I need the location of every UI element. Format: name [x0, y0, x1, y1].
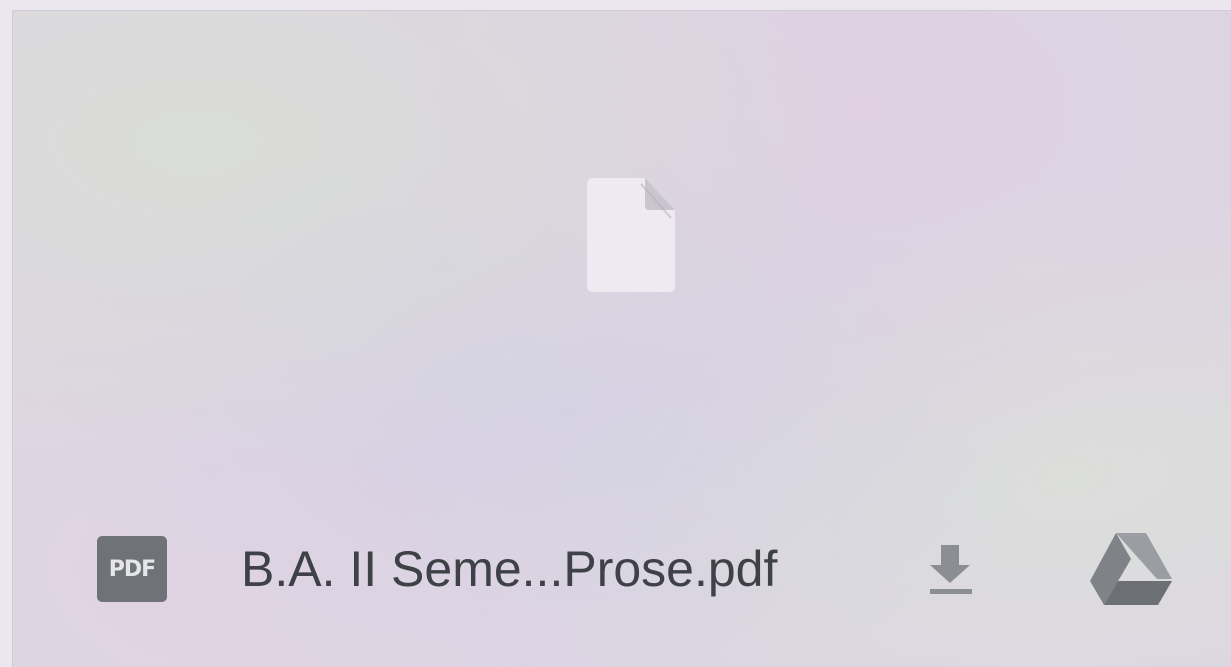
pdf-badge-label: PDF	[108, 556, 156, 582]
pdf-icon: PDF	[97, 536, 167, 602]
document-preview-area	[13, 11, 1231, 506]
download-icon	[930, 545, 972, 594]
save-to-drive-button[interactable]	[1088, 529, 1174, 609]
google-drive-icon	[1090, 533, 1172, 605]
file-icon	[583, 174, 679, 294]
file-action-bar: PDF B.A. II Seme...Prose.pdf	[13, 511, 1231, 613]
pdf-viewer-frame: PDF B.A. II Seme...Prose.pdf	[12, 10, 1231, 667]
download-button[interactable]	[918, 537, 982, 601]
file-name: B.A. II Seme...Prose.pdf	[241, 541, 778, 597]
